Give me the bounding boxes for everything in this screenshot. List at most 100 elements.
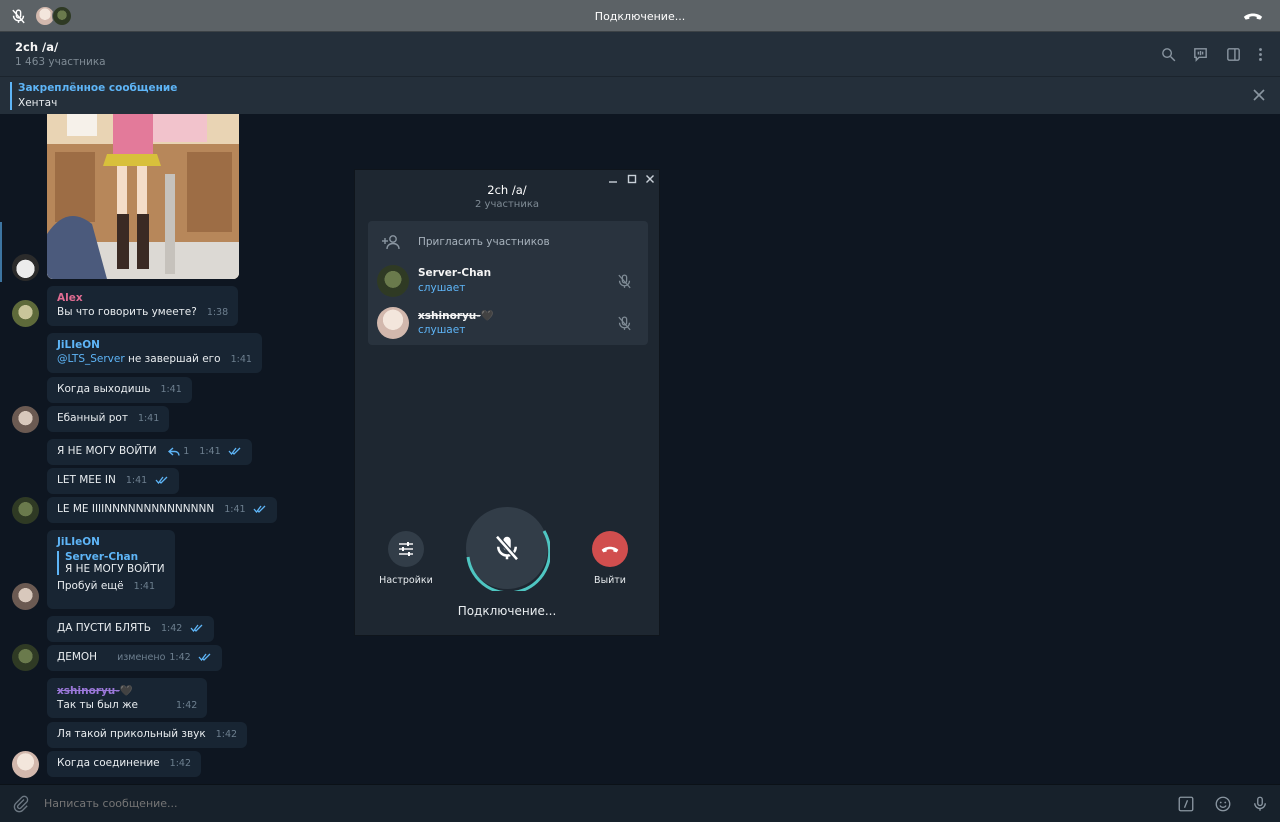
message-composer[interactable] xyxy=(0,784,1280,822)
message-bubble[interactable]: Ля такой прикольный звук 1:42 xyxy=(47,722,248,748)
message-time: 1:41 xyxy=(137,413,160,424)
message-time: 1:41 xyxy=(199,446,221,457)
message-text: Ебанный рот xyxy=(57,412,128,424)
message-time: 1:41 xyxy=(125,475,148,486)
avatar[interactable] xyxy=(12,406,39,433)
mic-off-icon xyxy=(495,535,519,561)
attach-icon[interactable] xyxy=(12,795,30,813)
participant-row[interactable]: xshinoryu-🖤 слушает xyxy=(377,307,639,341)
participant-name: Server-Chan xyxy=(418,267,492,279)
close-icon[interactable] xyxy=(1252,88,1266,102)
message-bubble[interactable]: Когда выходишь 1:41 xyxy=(47,377,192,403)
double-check-icon xyxy=(228,447,241,455)
quote-text: Я НЕ МОГУ ВОЙТИ xyxy=(65,563,165,575)
avatar[interactable] xyxy=(12,583,39,610)
heart-emoji: 🖤 xyxy=(480,310,494,322)
chat-title[interactable]: 2ch /a/ xyxy=(15,40,58,54)
participant-name-group: xshinoryu-🖤 xyxy=(418,309,494,322)
message-author[interactable]: JiLIeON xyxy=(57,339,252,351)
connection-status: Подключение... xyxy=(457,604,557,618)
image-message[interactable] xyxy=(47,114,239,279)
participant-row[interactable]: Server-Chan слушает xyxy=(377,265,639,299)
avatar xyxy=(377,307,409,339)
message-author[interactable]: JiLIeON xyxy=(57,536,165,548)
message-text: Когда соединение xyxy=(57,757,160,769)
microphone-icon[interactable] xyxy=(1251,795,1269,813)
message-bubble[interactable]: LET MEE IN 1:41 xyxy=(47,468,179,494)
reply-icon[interactable] xyxy=(167,446,180,456)
message-bubble[interactable]: ДЕМОН изменено 1:42 xyxy=(47,645,223,671)
mic-off-icon xyxy=(618,274,631,289)
hang-up-icon[interactable] xyxy=(1242,10,1264,22)
call-title: 2ch /a/ xyxy=(487,183,527,197)
quote-author: Server-Chan xyxy=(65,551,139,563)
call-participant-count: 2 участника xyxy=(474,199,540,210)
participant-status: слушает xyxy=(418,282,466,294)
message-bubble[interactable]: JiLIeON Server-Chan Я НЕ МОГУ ВОЙТИ Проб… xyxy=(47,530,175,609)
leave-call-button[interactable]: Выйти xyxy=(577,531,643,586)
emoji-icon[interactable] xyxy=(1214,795,1232,813)
member-count: 1 463 участника xyxy=(15,56,106,68)
message-text: Ля такой прикольный звук xyxy=(57,728,206,740)
message-bubble[interactable]: JiLIeON @LTS_Server не завершай его 1:41 xyxy=(47,333,262,373)
avatar[interactable] xyxy=(12,751,39,778)
reply-count[interactable]: 1 xyxy=(183,446,189,457)
message-time: 1:41 xyxy=(224,504,246,515)
message-text: LET MEE IN xyxy=(57,474,116,486)
message-bubble[interactable]: LE ME IIIINNNNNNNNNNNNNN 1:41 xyxy=(47,497,277,523)
anime-picture xyxy=(47,114,239,279)
leave-circle[interactable] xyxy=(592,531,628,567)
reply-quote[interactable]: Server-Chan Я НЕ МОГУ ВОЙТИ xyxy=(57,551,165,575)
heart-emoji: 🖤 xyxy=(119,685,133,697)
pinned-text: Хентач xyxy=(18,97,58,109)
message-time: 1:42 xyxy=(176,700,198,711)
unread-accent xyxy=(0,222,2,282)
avatar[interactable] xyxy=(12,300,39,327)
message-bubble[interactable]: Когда соединение 1:42 xyxy=(47,751,201,777)
settings-button[interactable]: Настройки xyxy=(373,531,439,586)
message-author[interactable]: xshinoryu-🖤 xyxy=(57,684,197,697)
call-top-bar[interactable]: Подключение... xyxy=(0,0,1280,32)
commands-icon[interactable] xyxy=(1177,795,1195,813)
pinned-message[interactable]: Закреплённое сообщение Хентач xyxy=(0,76,1280,114)
message-time: 1:41 xyxy=(133,581,155,592)
voice-chat-icon[interactable] xyxy=(1192,46,1209,63)
message-time: 1:41 xyxy=(160,384,182,395)
message-author[interactable]: Alex xyxy=(57,292,228,304)
chat-header[interactable]: 2ch /a/ 1 463 участника xyxy=(0,32,1280,76)
message-text: Я НЕ МОГУ ВОЙТИ xyxy=(57,445,157,457)
group-call-panel[interactable]: 2ch /a/ 2 участника Пригласить участнико… xyxy=(354,169,660,636)
call-status-title: Подключение... xyxy=(594,10,686,23)
message-input[interactable] xyxy=(44,797,1144,810)
double-check-icon xyxy=(190,624,203,632)
participant-status: слушает xyxy=(418,324,466,336)
message-bubble[interactable]: Ебанный рот 1:41 xyxy=(47,406,170,432)
participants-list[interactable]: Пригласить участников Server-Chan слушае… xyxy=(368,221,648,345)
mic-off-icon xyxy=(618,316,631,331)
avatar[interactable] xyxy=(12,497,39,524)
settings-label: Настройки xyxy=(379,575,433,586)
message-bubble[interactable]: Alex Вы что говорить умеете? 1:38 xyxy=(47,286,239,326)
message-text: Пробуй ещё xyxy=(57,580,124,592)
settings-circle[interactable] xyxy=(388,531,424,567)
message-bubble[interactable]: xshinoryu-🖤 Так ты был же 1:42 xyxy=(47,678,208,718)
message-text: Вы что говорить умеете? xyxy=(57,306,197,318)
message-text: ДА ПУСТИ БЛЯТЬ xyxy=(57,622,151,634)
author-name: xshinoryu- xyxy=(57,685,120,697)
message-bubble[interactable]: Я НЕ МОГУ ВОЙТИ 1 1:41 xyxy=(47,439,252,465)
search-icon[interactable] xyxy=(1160,46,1177,63)
pinned-label: Закреплённое сообщение xyxy=(18,82,178,94)
message-text: Когда выходишь xyxy=(57,383,151,395)
message-text: LE ME IIIINNNNNNNNNNNNNN xyxy=(57,503,215,515)
message-text: ДЕМОН xyxy=(57,651,98,663)
sidebar-toggle-icon[interactable] xyxy=(1225,46,1242,63)
avatar[interactable] xyxy=(12,644,39,671)
message-text: Так ты был же xyxy=(57,699,139,711)
avatar[interactable] xyxy=(12,254,39,281)
message-time: 1:42 xyxy=(215,729,238,740)
hang-up-icon xyxy=(601,546,619,553)
more-icon[interactable] xyxy=(1252,46,1269,63)
mention-link[interactable]: @LTS_Server xyxy=(57,353,125,365)
message-bubble[interactable]: ДА ПУСТИ БЛЯТЬ 1:42 xyxy=(47,616,214,642)
message-time: 1:42 xyxy=(169,652,191,663)
